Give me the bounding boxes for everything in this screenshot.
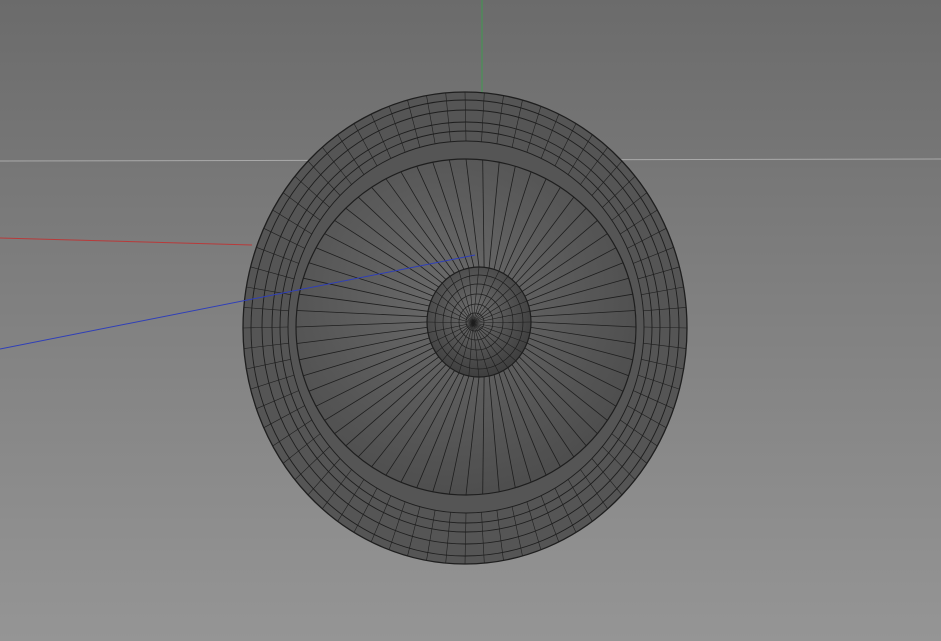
3d-viewport[interactable]: [0, 0, 941, 641]
x-axis-line: [0, 237, 253, 246]
speaker-model[interactable]: [242, 91, 688, 565]
viewport-canvas[interactable]: [0, 0, 941, 641]
